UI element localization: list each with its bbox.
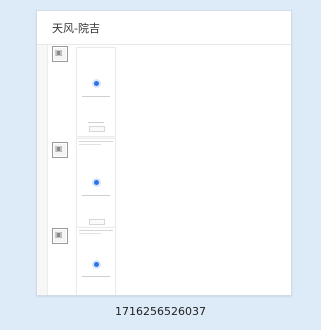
image-glyph-icon: ▣ [55,144,63,153]
image-placeholder-icon: ▣ [52,46,68,62]
preview-subline [79,144,101,145]
spinner-dot-icon [94,180,99,185]
preview-top-line [79,141,113,142]
preview-text-line [82,96,110,97]
spinner-dot-icon [94,262,99,267]
left-gutter [37,45,48,295]
document-title: 天风-院吉 [52,22,100,35]
preview-top-line [79,230,113,231]
spinner-dot-icon [94,81,99,86]
document-card[interactable]: 天风-院吉 ▣ ▣ ▣ [36,10,292,296]
title-divider [37,44,291,45]
preview-button [89,126,105,132]
preview-text-line [88,122,104,123]
image-placeholder-icon: ▣ [52,228,68,244]
preview-subline [79,233,101,234]
timestamp-caption: 1716256526037 [115,305,206,318]
page-preview-3[interactable] [76,227,116,295]
preview-button [89,219,105,225]
page-preview-1[interactable] [76,47,116,137]
page-preview-2[interactable] [76,138,116,228]
preview-text-line [82,195,110,196]
image-placeholder-icon: ▣ [52,142,68,158]
thumbnail-tile[interactable]: 天风-院吉 ▣ ▣ ▣ 1716256526037 [0,0,321,330]
image-glyph-icon: ▣ [55,48,63,57]
preview-text-line [82,276,110,277]
image-glyph-icon: ▣ [55,230,63,239]
